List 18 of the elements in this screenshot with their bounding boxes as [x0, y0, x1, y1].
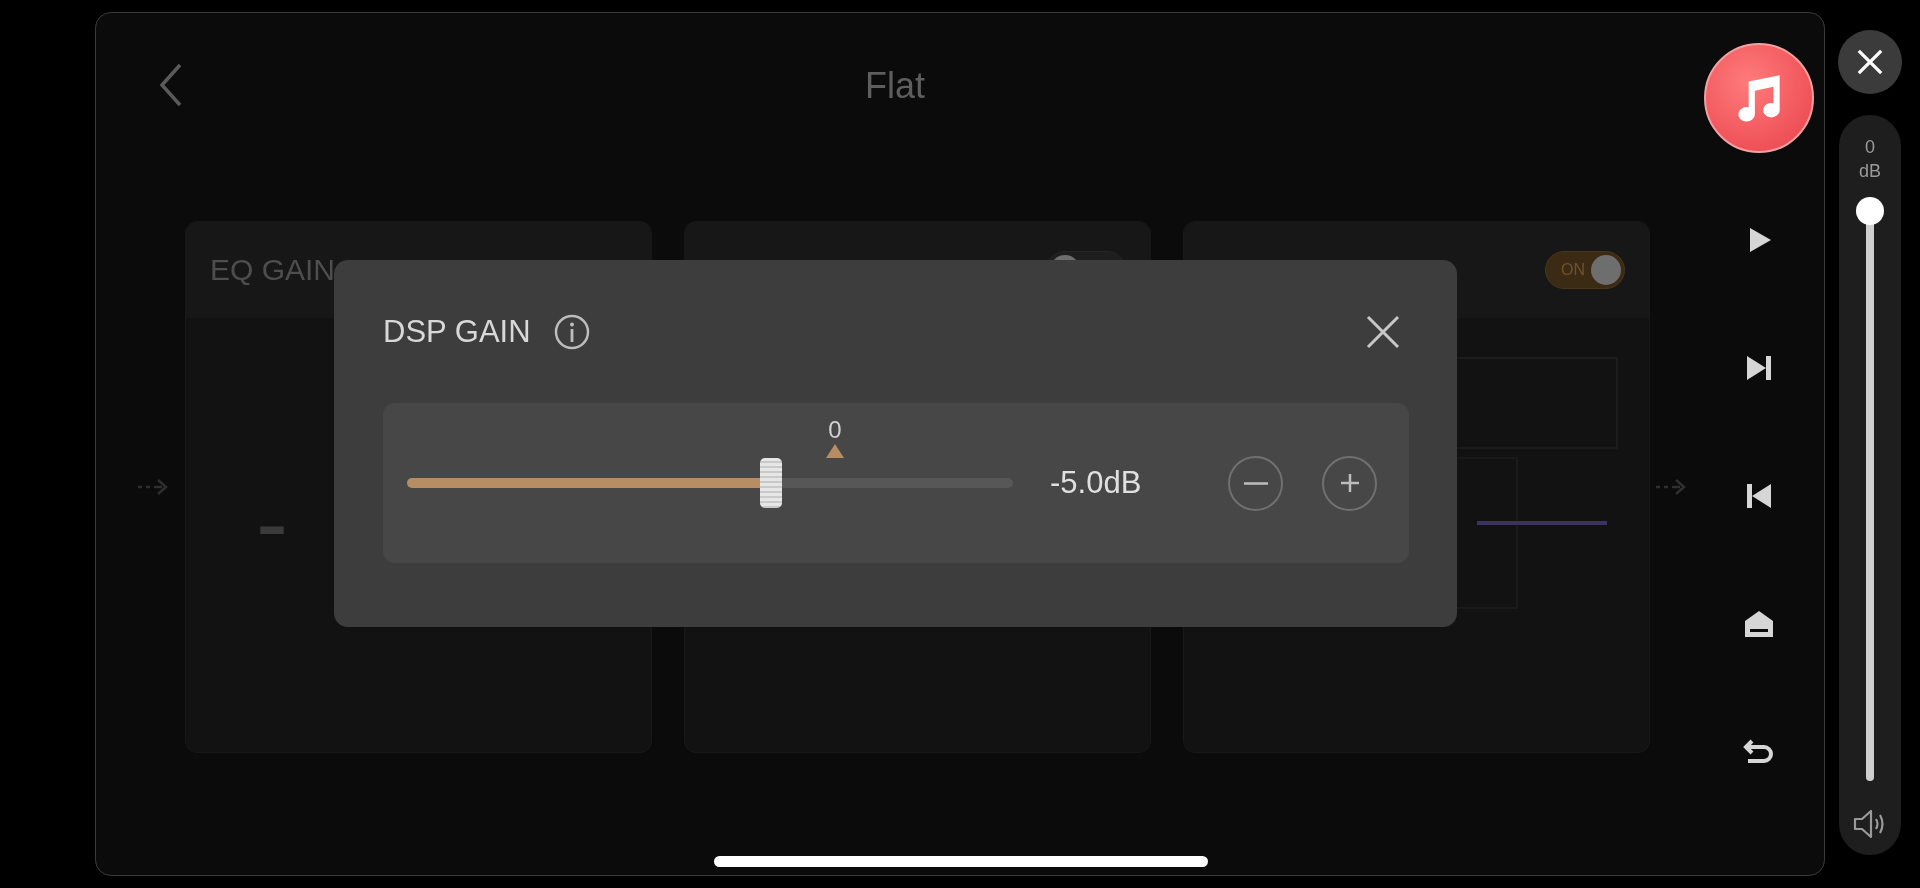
- triangle-icon: [826, 444, 844, 458]
- minus-icon: [1243, 481, 1268, 485]
- slider-thumb[interactable]: [759, 458, 782, 508]
- volume-thumb[interactable]: [1856, 197, 1884, 225]
- zero-mark: 0: [828, 416, 842, 444]
- dashed-arrow-icon: [1654, 477, 1688, 497]
- dialog-title: DSP GAIN: [383, 314, 531, 350]
- gain-reading: -5.0dB: [1050, 465, 1143, 501]
- close-icon[interactable]: [1365, 314, 1401, 350]
- gain-value: -: [256, 468, 289, 578]
- decrease-button[interactable]: [1228, 455, 1283, 511]
- info-icon[interactable]: [552, 313, 591, 351]
- increase-button[interactable]: [1322, 455, 1377, 511]
- volume-unit: dB: [1859, 160, 1881, 183]
- page-title: Flat: [865, 65, 925, 107]
- close-icon: [1856, 48, 1884, 76]
- dashed-arrow-icon: [136, 477, 170, 497]
- volume-value: 0: [1865, 136, 1875, 159]
